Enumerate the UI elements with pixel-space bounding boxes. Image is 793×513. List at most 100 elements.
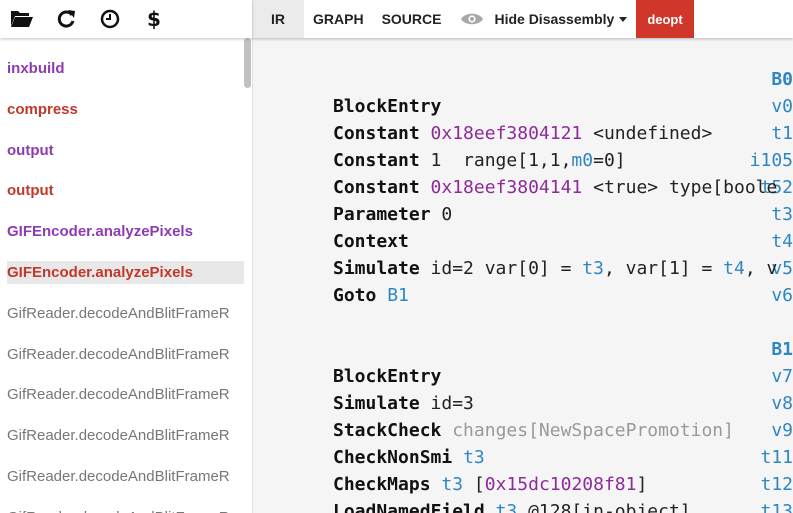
sidebar-item-function[interactable]: GifReader.decodeAndBlitFrameR (7, 424, 244, 447)
folder-open-icon[interactable] (9, 6, 35, 32)
ir-instruction-row: v6 Goto B1 (253, 282, 793, 309)
instruction-text (376, 285, 387, 306)
block-header[interactable]: B1 (718, 336, 793, 363)
hex-constant: 0x18eef3804121 (430, 123, 583, 144)
instruction-body: Constant 1 range[1,1,m0=0] (333, 147, 626, 174)
operand-reference[interactable]: m0 (571, 150, 593, 171)
ir-instruction-row: t3 Parameter 0 (253, 201, 793, 228)
instruction-body: CheckNonSmi t3 (333, 444, 485, 471)
sidebar-item-function[interactable]: GifReader.decodeAndBlitFrameR (7, 383, 244, 406)
sidebar-item-function[interactable]: GifReader.decodeAndBlitFrameR (7, 343, 244, 366)
opcode: BlockEntry (333, 366, 442, 387)
instruction-id[interactable]: t3 (718, 201, 793, 228)
sidebar-item-function[interactable]: GifReader.decodeAndBlitFrameR (7, 506, 244, 513)
ir-view: B0 v0 BlockEntry t1 Constant 0x18eef3804121 … (253, 38, 793, 513)
svg-text:$: $ (147, 8, 161, 30)
disassembly-dropdown[interactable]: Hide Disassembly (492, 0, 636, 38)
instruction-text: 1 range[1,1, (419, 150, 572, 171)
instruction-body: Constant 0x18eef3804121 <undefined> (333, 120, 712, 147)
instruction-id[interactable]: t12 (718, 471, 793, 498)
opcode: Simulate (333, 258, 420, 279)
hex-constant: 0x18eef3804141 (430, 177, 583, 198)
instruction-text: <undefined> (582, 123, 713, 144)
hex-constant: 0x15dc10208f81 (484, 474, 637, 495)
instruction-text: , v (744, 258, 778, 279)
opcode: BlockEntry (333, 96, 442, 117)
instruction-body: StackCheck changes[NewSpacePromotion] (333, 417, 734, 444)
instruction-id[interactable]: t11 (718, 444, 793, 471)
instruction-id[interactable]: i105 (718, 147, 793, 174)
function-list: inxbuild compress output output GIFEncoder.a… (0, 38, 253, 513)
disassembly-dropdown-label: Hide Disassembly (494, 11, 615, 27)
operand-reference[interactable]: t3 (496, 501, 518, 513)
operand-reference[interactable]: t4 (723, 258, 745, 279)
sidebar-item-function[interactable]: output (7, 179, 244, 202)
ir-instruction-row: v9 StackCheck changes[NewSpacePromotion] (253, 417, 793, 444)
instruction-body: Constant 0x18eef3804141 <true> type[bool… (333, 174, 777, 201)
sidebar-item-function[interactable]: compress (7, 98, 244, 121)
instruction-body: BlockEntry (333, 363, 441, 390)
reload-icon[interactable] (53, 6, 79, 32)
sidebar-item-function[interactable]: output (7, 139, 244, 162)
ir-instruction-row: t13 LoadNamedField t3 @128[in-object] (253, 498, 793, 513)
instruction-body: BlockEntry (333, 93, 441, 120)
instruction-body: CheckMaps t3 [0x15dc10208f81] (333, 471, 647, 498)
sidebar-item-function[interactable]: GIFEncoder.analyzePixels (7, 261, 244, 284)
ir-instruction-row: v7 BlockEntry (253, 363, 793, 390)
instruction-body: Parameter 0 (333, 201, 452, 228)
opcode: CheckNonSmi (333, 447, 453, 468)
instruction-text: @128[in-object] (517, 501, 691, 513)
sidebar-item-function[interactable]: inxbuild (7, 57, 244, 80)
tab-source[interactable]: SOURCE (373, 0, 451, 38)
instruction-text (441, 420, 452, 441)
opcode: Context (333, 231, 409, 252)
ir-instruction-row: t52 Constant 0x18eef3804141 <true> type[b… (253, 174, 793, 201)
instruction-id[interactable]: v7 (718, 363, 793, 390)
instruction-text: ] (636, 474, 648, 495)
instruction-id[interactable]: t4 (718, 228, 793, 255)
caret-down-icon (619, 16, 628, 22)
operand-reference[interactable]: B1 (387, 285, 409, 306)
opcode: StackCheck (333, 420, 442, 441)
instruction-text: , var[1] = (603, 258, 724, 279)
sidebar-item-function[interactable]: GifReader.decodeAndBlitFrameR (7, 302, 244, 325)
instruction-text (452, 447, 463, 468)
instruction-body: Goto B1 (333, 282, 409, 309)
ir-instruction-row: t4 Context (253, 228, 793, 255)
opcode: Constant (333, 150, 420, 171)
instruction-text: id=2 var[0] = (419, 258, 583, 279)
left-toolbar: $ (0, 0, 252, 38)
sidebar-scrollbar[interactable] (244, 38, 251, 88)
operand-reference[interactable]: t3 (582, 258, 604, 279)
dollar-icon[interactable]: $ (141, 6, 167, 32)
tab-graph[interactable]: GRAPH (304, 0, 373, 38)
opcode: Parameter (333, 204, 431, 225)
block-header[interactable]: B0 (718, 66, 793, 93)
instruction-id[interactable]: v6 (718, 282, 793, 309)
instruction-id[interactable]: t1 (718, 120, 793, 147)
instruction-id[interactable]: v8 (718, 390, 793, 417)
instruction-id[interactable]: t13 (718, 498, 793, 513)
tab-ir[interactable]: IR (252, 0, 304, 38)
sidebar-item-function[interactable]: GifReader.decodeAndBlitFrameR (7, 465, 244, 488)
instruction-text (420, 177, 431, 198)
instruction-id[interactable]: v0 (718, 93, 793, 120)
instruction-text (485, 501, 496, 513)
sidebar-item-function[interactable]: GIFEncoder.analyzePixels (7, 220, 244, 243)
instruction-text: id=3 (419, 393, 474, 414)
ir-instruction-row: v8 Simulate id=3 (253, 390, 793, 417)
clock-icon[interactable] (97, 6, 123, 32)
operand-reference[interactable]: t3 (463, 447, 485, 468)
opcode: LoadNamedField (333, 501, 485, 513)
ir-block-row: B0 (253, 66, 793, 93)
ir-instruction-row: t11 CheckNonSmi t3 (253, 444, 793, 471)
operand-reference[interactable]: t3 (441, 474, 463, 495)
view-toolbar: IR GRAPH SOURCE Hide Disassembly deopt (252, 0, 793, 38)
eye-icon[interactable] (450, 0, 492, 38)
instruction-text (420, 123, 431, 144)
opcode: Constant (333, 177, 420, 198)
instruction-text: 0 (430, 204, 453, 225)
ir-instruction-row: t12 CheckMaps t3 [0x15dc10208f81] (253, 471, 793, 498)
instruction-body: LoadNamedField t3 @128[in-object] (333, 498, 691, 513)
deopt-button[interactable]: deopt (636, 0, 694, 38)
